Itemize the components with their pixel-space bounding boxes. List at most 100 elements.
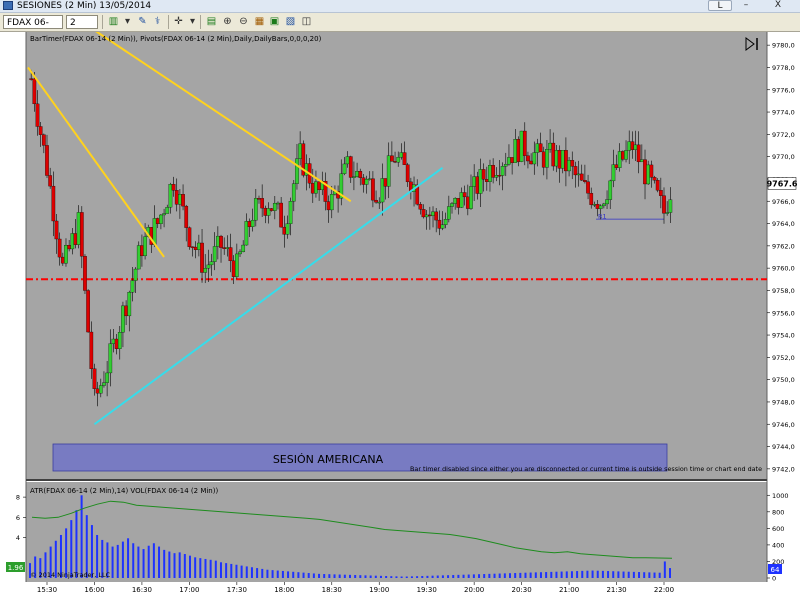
- candle-down: [371, 178, 375, 201]
- volume-bar: [524, 572, 527, 578]
- price-tick-label: 9750,0: [772, 376, 795, 384]
- candle-up: [519, 130, 524, 162]
- candle-up: [133, 268, 138, 281]
- candle-up: [352, 176, 356, 178]
- properties-icon[interactable]: ▦: [253, 16, 266, 28]
- volume-bar: [338, 574, 341, 578]
- crosshair-icon[interactable]: ✛: [172, 16, 185, 28]
- volume-bar: [364, 575, 367, 578]
- candle-down: [57, 238, 62, 258]
- volume-bar: [374, 575, 377, 578]
- pencil-icon[interactable]: ✎: [136, 16, 149, 28]
- instrument-selector[interactable]: FDAX 06-14 ▾: [3, 15, 63, 42]
- volume-bar: [261, 568, 264, 578]
- candle-up: [253, 198, 258, 221]
- candle-down: [326, 201, 331, 211]
- volume-bar: [163, 549, 166, 578]
- candle-up: [605, 199, 609, 205]
- candle-up: [266, 208, 271, 216]
- price-tick-label: 9774,0: [772, 109, 795, 117]
- price-tick-label: 9760,0: [772, 265, 795, 273]
- candle-down: [231, 260, 236, 277]
- time-tick-label: 18:00: [274, 586, 294, 593]
- volume-bar: [121, 541, 124, 578]
- volume-bar: [287, 571, 290, 578]
- interval-selector[interactable]: 2 Min ▾: [66, 15, 98, 42]
- price-tick-label: 9778,0: [772, 64, 795, 72]
- volume-bar: [493, 573, 496, 578]
- candle-down: [428, 214, 432, 217]
- volume-bar: [323, 574, 326, 578]
- candle-up: [472, 176, 477, 187]
- candle-up: [168, 184, 173, 208]
- candle-up: [624, 150, 628, 160]
- candle-down: [348, 156, 353, 178]
- candle-down: [181, 194, 185, 207]
- volume-bar: [498, 573, 501, 578]
- strategy-icon[interactable]: ▣: [268, 16, 281, 28]
- volume-bar: [194, 557, 197, 578]
- volume-bar: [560, 571, 563, 578]
- volume-bar: [240, 565, 243, 578]
- candle-down: [475, 176, 480, 194]
- volume-bar: [235, 564, 238, 578]
- candle-down: [643, 159, 647, 185]
- candle-down: [41, 134, 46, 146]
- zoom-out-icon[interactable]: ⊖: [237, 16, 250, 28]
- candle-down: [358, 171, 363, 178]
- chevron-down-icon[interactable]: ▾: [121, 16, 134, 28]
- candle-down: [32, 78, 37, 105]
- candle-up: [617, 151, 622, 168]
- candle-down: [586, 181, 590, 194]
- candle-down: [155, 218, 160, 224]
- candle-down: [516, 139, 521, 162]
- indicator-panel-background: [26, 482, 767, 582]
- volume-bar: [632, 571, 635, 578]
- candle-down: [526, 155, 530, 162]
- bar-chart-icon[interactable]: ▥: [107, 16, 120, 28]
- minimize-button[interactable]: –: [734, 0, 758, 11]
- template-icon[interactable]: ▧: [284, 16, 297, 28]
- candle-up: [548, 142, 552, 150]
- candle-down: [361, 177, 366, 185]
- vol-tick-label: 1000: [772, 492, 789, 500]
- zoom-in-icon[interactable]: ⊕: [221, 16, 234, 28]
- volume-bar: [271, 570, 274, 578]
- candle-up: [162, 213, 166, 216]
- volume-bar: [85, 515, 88, 578]
- volume-bar: [307, 573, 310, 578]
- price-tick-label: 9770,0: [772, 153, 795, 161]
- restore-button[interactable]: L: [708, 0, 732, 11]
- time-tick-label: 19:30: [417, 586, 437, 593]
- candle-up: [567, 160, 571, 172]
- candle-up: [633, 144, 638, 150]
- candle-up: [602, 203, 606, 207]
- volume-bar: [400, 576, 403, 578]
- volume-bar: [514, 573, 517, 578]
- time-tick-label: 18:30: [322, 586, 342, 593]
- magic-wand-icon[interactable]: ⚕: [151, 16, 164, 28]
- candle-down: [124, 305, 128, 317]
- candle-down: [557, 150, 562, 169]
- volume-bar: [359, 575, 362, 578]
- link-icon[interactable]: ◫: [300, 16, 313, 28]
- candle-up: [513, 139, 518, 163]
- chart-canvas[interactable]: 9780,09778,09776,09774,09772,09770,09768…: [0, 32, 800, 593]
- volume-bar: [421, 576, 424, 578]
- candle-up: [424, 214, 429, 218]
- atr-tick-label: 8: [16, 494, 20, 502]
- chart-area[interactable]: 9780,09778,09776,09774,09772,09770,09768…: [0, 32, 800, 593]
- data-box-icon[interactable]: ▤: [205, 16, 218, 28]
- time-tick-label: 16:30: [132, 586, 152, 593]
- volume-bar: [183, 554, 186, 578]
- chevron-down-icon[interactable]: ▾: [186, 16, 199, 28]
- candle-up: [364, 179, 369, 185]
- candle-up: [355, 171, 359, 177]
- volume-bar: [328, 574, 331, 578]
- candle-down: [282, 226, 287, 235]
- price-tick-label: 9766,0: [772, 198, 795, 206]
- candle-up: [500, 166, 505, 176]
- close-button[interactable]: X: [760, 0, 796, 11]
- candle-up: [165, 207, 170, 214]
- candle-up: [342, 163, 347, 174]
